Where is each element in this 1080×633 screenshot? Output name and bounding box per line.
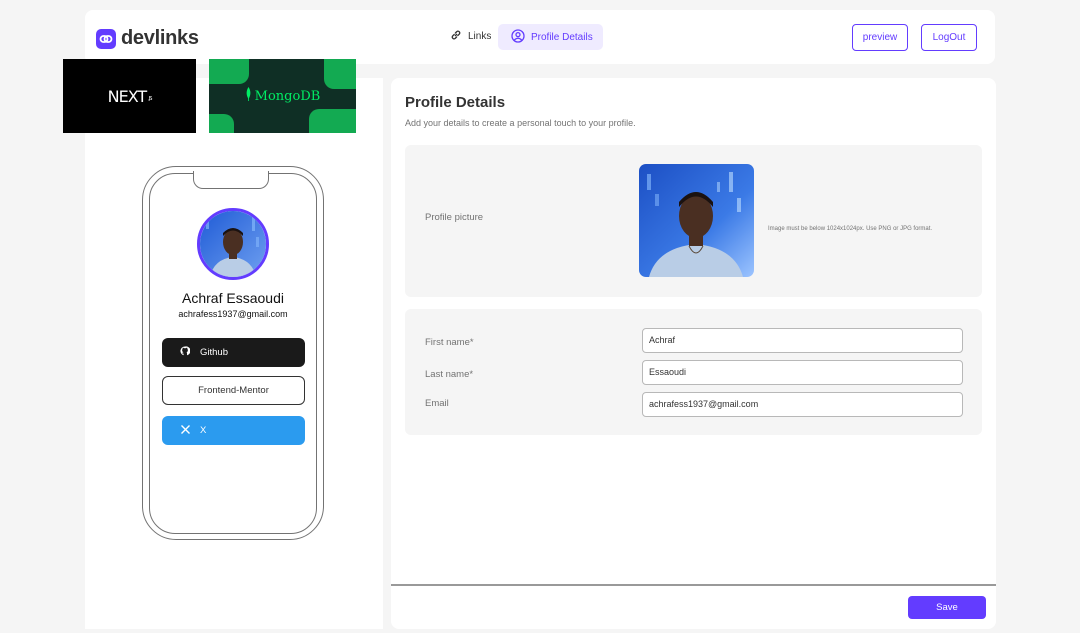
link-icon [450, 29, 462, 44]
footer-divider [391, 584, 996, 586]
page-subtitle: Add your details to create a personal to… [405, 118, 636, 128]
email-input[interactable]: achrafess1937@gmail.com [642, 392, 963, 417]
x-icon [181, 424, 190, 437]
picture-hint: Image must be below 1024x1024px. Use PNG… [768, 226, 933, 232]
phone-notch [193, 171, 269, 189]
page-title: Profile Details [405, 94, 506, 111]
last-name-label: Last name* [425, 369, 474, 380]
preview-link-github-label: Github [200, 347, 228, 358]
mongodb-logo-text: MongoDB [254, 88, 321, 104]
user-circle-icon [511, 28, 525, 46]
profile-picture-label: Profile picture [425, 212, 484, 223]
preview-link-github[interactable]: Github [162, 338, 305, 367]
mongodb-thumbnail: MongoDB [209, 59, 356, 133]
logout-button[interactable]: LogOut [921, 24, 977, 51]
mongodb-leaf-icon [245, 87, 252, 105]
top-nav-bar: devlinks Links Profile Details preview L… [85, 10, 995, 64]
tab-profile-details[interactable]: Profile Details [498, 24, 603, 50]
nextjs-thumbnail: NEXT .JS [63, 59, 196, 133]
devlinks-logo[interactable]: devlinks [96, 27, 199, 50]
link-logo-icon [96, 28, 116, 49]
tab-links[interactable]: Links [450, 19, 496, 54]
github-icon [180, 346, 191, 359]
tab-links-label: Links [468, 31, 492, 42]
preview-link-x-label: X [200, 425, 207, 436]
first-name-input[interactable]: Achraf [642, 328, 963, 353]
preview-link-frontend-mentor[interactable]: Frontend-Mentor [162, 376, 305, 405]
email-label: Email [425, 398, 449, 409]
nextjs-logo-sub: .JS [148, 96, 152, 102]
preview-button[interactable]: preview [852, 24, 908, 51]
last-name-input[interactable]: Essaoudi [642, 360, 963, 385]
profile-email: achrafess1937@gmail.com [178, 309, 288, 319]
profile-picture-upload[interactable] [639, 164, 754, 277]
tab-profile-details-label: Profile Details [531, 31, 593, 43]
preview-link-frontend-mentor-label: Frontend-Mentor [198, 385, 269, 396]
preview-link-x[interactable]: X [162, 416, 305, 445]
save-button[interactable]: Save [908, 596, 986, 619]
profile-name: Achraf Essaoudi [182, 290, 284, 306]
first-name-label: First name* [425, 337, 474, 348]
nextjs-logo-text: NEXT [107, 86, 148, 106]
avatar [197, 208, 269, 280]
logo-text: devlinks [121, 27, 199, 49]
